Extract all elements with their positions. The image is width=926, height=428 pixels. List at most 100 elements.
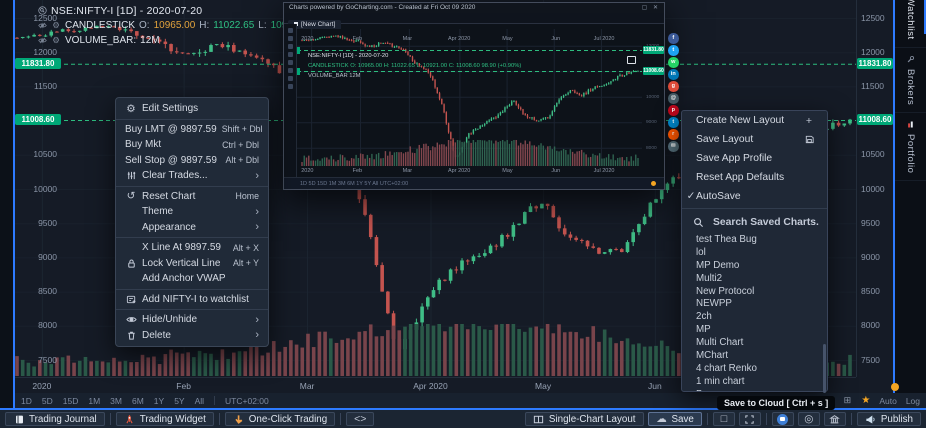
snapshot-preview-window: Charts powered by GoCharting.com - Creat… — [283, 2, 665, 190]
context-menu-item-delete[interactable]: Delete› — [116, 328, 268, 344]
submenu-arrow-icon: › — [255, 222, 259, 232]
snapshot-tab-label: [New Chart] — [301, 21, 335, 28]
saved-charts-search[interactable] — [682, 211, 827, 233]
trading-journal-button[interactable]: Trading Journal — [5, 412, 105, 426]
context-menu-item-reset-chart[interactable]: ↺Reset ChartHome — [116, 189, 268, 205]
context-menu-item-buy-mkt[interactable]: Buy MktCtrl + Dbl — [116, 137, 268, 153]
snapshot-window-controls[interactable]: ▢ ✕ — [642, 3, 660, 13]
timeframe-1m[interactable]: 1M — [88, 396, 100, 406]
saved-chart-item-mchart[interactable]: MChart — [682, 350, 827, 363]
symbol-search-icon[interactable] — [37, 6, 47, 16]
grid-settings-icon[interactable]: ⊞ — [842, 396, 852, 406]
target-button[interactable]: ◎ — [798, 412, 820, 426]
menu-item-label: Save App Profile — [696, 153, 772, 164]
saved-chart-item-bugs[interactable]: Bugs — [682, 389, 827, 391]
mail-icon[interactable]: ✉ — [668, 141, 679, 152]
layout-menu-item-reset-app-defaults[interactable]: Reset App Defaults — [682, 168, 827, 187]
pinterest-icon[interactable]: p — [668, 105, 679, 116]
timeframe-5d[interactable]: 5D — [42, 396, 53, 406]
saved-chart-item-mp[interactable]: MP — [682, 324, 827, 337]
context-menu-item-theme[interactable]: Theme› — [116, 204, 268, 220]
context-menu-item-buy-lmt-9897-59[interactable]: Buy LMT @ 9897.59Shift + Dbl — [116, 122, 268, 138]
save-button[interactable]: ☁Save — [648, 412, 702, 426]
context-menu-item-sell-stop-9897-59[interactable]: Sell Stop @ 9897.59Alt + Dbl — [116, 153, 268, 169]
context-menu-item-add-anchor-vwap[interactable]: Add Anchor VWAP — [116, 271, 268, 287]
timeframe-3m[interactable]: 3M — [110, 396, 122, 406]
favorite-star-icon[interactable]: ★ — [861, 395, 870, 406]
saved-chart-item-new-protocol[interactable]: New Protocol — [682, 286, 827, 299]
context-menu-item-clear-trades[interactable]: Clear Trades...› — [116, 168, 268, 184]
twitter-icon[interactable]: t — [668, 45, 679, 56]
saved-chart-item-test-thea-bug[interactable]: test Thea Bug — [682, 234, 827, 247]
sidebar-tab-portfolio[interactable]: Portfolio — [895, 113, 926, 181]
context-menu-item-appearance[interactable]: Appearance› — [116, 220, 268, 236]
timeframe-1d[interactable]: 1D — [21, 396, 32, 406]
bank-button[interactable] — [824, 412, 846, 426]
context-menu-item-hide-unhide[interactable]: Hide/Unhide› — [116, 312, 268, 328]
trading-widget-button[interactable]: Trading Widget — [116, 412, 214, 426]
timezone-button[interactable]: UTC+02:00 — [225, 396, 269, 406]
saved-chart-item-mp-demo[interactable]: MP Demo — [682, 260, 827, 273]
left-price-axis[interactable]: 1250012000115001050010000950090008500800… — [15, 0, 61, 377]
camera-button[interactable] — [772, 412, 794, 426]
reddit-icon[interactable]: r — [668, 129, 679, 140]
linkedin-icon[interactable]: in — [668, 69, 679, 80]
saved-chart-item-lol[interactable]: lol — [682, 247, 827, 260]
timeframe-5y[interactable]: 5Y — [174, 396, 184, 406]
right-price-axis[interactable]: 1250012000115001050010000950090008500800… — [856, 0, 894, 377]
context-menu-item-lock-vertical-line[interactable]: Lock Vertical LineAlt + Y — [116, 256, 268, 272]
notification-dot[interactable] — [891, 383, 899, 391]
scrollbar-thumb[interactable] — [823, 344, 826, 393]
facebook-icon[interactable]: f — [668, 33, 679, 44]
sidebar-tab-watchlist[interactable]: Watchlist — [895, 0, 926, 48]
square-button[interactable]: □ — [713, 412, 735, 426]
eye-off-icon[interactable] — [37, 21, 47, 31]
menu-item-label: Edit Settings — [142, 103, 198, 114]
snapshot-axis-tick: 10000 — [646, 95, 659, 100]
email-icon[interactable]: @ — [668, 93, 679, 104]
saved-chart-item-multi-chart[interactable]: Multi Chart — [682, 337, 827, 350]
context-menu-item-edit-settings[interactable]: ⚙Edit Settings — [116, 101, 268, 117]
log-scale-toggle[interactable]: Log — [906, 396, 920, 406]
timeframe-all[interactable]: All — [195, 396, 204, 406]
sidebar-tab-brokers[interactable]: Brokers — [895, 48, 926, 113]
timeframe-1y[interactable]: 1Y — [154, 396, 164, 406]
study-settings-gear-icon[interactable]: ⚙ — [51, 36, 61, 46]
whatsapp-icon[interactable]: w — [668, 57, 679, 68]
saved-chart-item-1-min-chart[interactable]: 1 min chart — [682, 376, 827, 389]
saved-charts-list: test Thea BuglolMP DemoMulti2New Protoco… — [682, 233, 827, 391]
item-button[interactable]: <> — [346, 412, 374, 426]
layout-menu-item-create-new-layout[interactable]: Create New Layout+ — [682, 111, 827, 130]
single-chart-layout-button[interactable]: Single-Chart Layout — [525, 412, 644, 426]
googleplus-icon[interactable]: g — [668, 81, 679, 92]
divider — [707, 413, 708, 425]
layout-menu-item-save-layout[interactable]: Save Layout — [682, 130, 827, 149]
layout-menu-item-save-app-profile[interactable]: Save App Profile — [682, 149, 827, 168]
saved-chart-item-2ch[interactable]: 2ch — [682, 311, 827, 324]
timeframe-6m[interactable]: 6M — [132, 396, 144, 406]
price-level-badge: 11831.80 — [15, 58, 61, 69]
publish-button[interactable]: Publish — [857, 412, 921, 426]
one-click-trading-button[interactable]: One-Click Trading — [225, 412, 335, 426]
overlay-tool-icon — [288, 84, 293, 89]
snapshot-price-badge: 11008.60 — [643, 67, 664, 75]
auto-scale-toggle[interactable]: Auto — [879, 396, 897, 406]
layout-menu-items: Create New Layout+Save Layout Save App Pr… — [682, 111, 827, 206]
expand-button[interactable] — [739, 412, 761, 426]
saved-chart-item-4-chart-renko[interactable]: 4 chart Renko — [682, 363, 827, 376]
layout-menu-item-autosave[interactable]: ✓AutoSave — [682, 187, 827, 206]
telegram-icon[interactable]: t — [668, 117, 679, 128]
price-tick: 10000 — [33, 185, 57, 194]
eye-off-icon[interactable] — [37, 36, 47, 46]
saved-chart-item-newpp[interactable]: NEWPP — [682, 298, 827, 311]
context-menu-item-x-line-at-9897-59[interactable]: X Line At 9897.59Alt + X — [116, 240, 268, 256]
snapshot-date-label: Apr 2020 — [448, 168, 470, 174]
search-input[interactable] — [711, 216, 825, 229]
study-settings-gear-icon[interactable]: ⚙ — [51, 21, 61, 31]
portfolio-icon — [906, 120, 916, 130]
timeframe-15d[interactable]: 15D — [63, 396, 79, 406]
price-tick: 9500 — [861, 219, 880, 228]
saved-chart-item-multi2[interactable]: Multi2 — [682, 273, 827, 286]
context-menu-item-add-nifty-i-to-watchlist[interactable]: Add NIFTY-I to watchlist — [116, 292, 268, 308]
price-tick: 9000 — [861, 253, 880, 262]
